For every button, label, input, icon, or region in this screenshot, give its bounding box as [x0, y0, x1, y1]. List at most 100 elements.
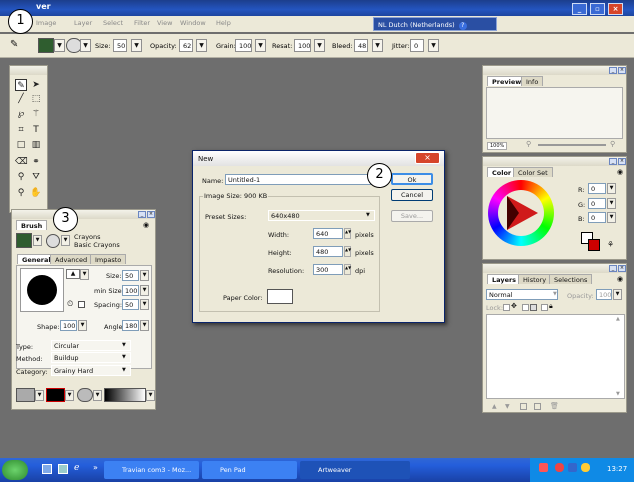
lock-all-checkbox[interactable] [541, 304, 548, 311]
tray-icon-2[interactable] [555, 463, 564, 472]
network-icon[interactable] [568, 463, 577, 472]
size-dropdown[interactable]: ▼ [131, 39, 142, 52]
lock-pixels-checkbox[interactable] [522, 304, 529, 311]
angle-input[interactable]: 180 [122, 320, 139, 331]
lasso-tool-icon[interactable]: ℘ [15, 108, 27, 120]
rectangle-tool-icon[interactable]: □ [15, 139, 27, 151]
layers-list[interactable] [486, 314, 625, 399]
clone-tool-icon[interactable]: ⚭ [30, 156, 42, 168]
paper-texture-icon[interactable] [16, 388, 35, 402]
quicklaunch-expand-icon[interactable]: » [93, 463, 98, 472]
bleed-dropdown[interactable]: ▼ [372, 39, 383, 52]
move-tool-icon[interactable]: ➤ [30, 79, 42, 91]
hand-tool-icon[interactable]: ✋ [30, 187, 42, 199]
grain-input[interactable]: 100 [235, 39, 252, 52]
pattern-dropdown[interactable]: ▼ [93, 390, 102, 401]
lock-transparency-checkbox[interactable] [503, 304, 510, 311]
menu-layer[interactable]: Layer [74, 19, 92, 27]
brush-tip-icon[interactable] [46, 234, 60, 248]
fill-tool-icon[interactable]: ⛛ [30, 171, 42, 183]
paper-texture-dropdown[interactable]: ▼ [35, 390, 44, 401]
grain-dropdown[interactable]: ▼ [255, 39, 266, 52]
method-chevron-down-icon[interactable]: ▼ [122, 354, 126, 360]
brush-tool-icon[interactable]: ✎ [15, 79, 27, 91]
zoom-slider[interactable] [538, 144, 606, 146]
brush-shape-dropdown[interactable]: ▼ [80, 269, 89, 280]
show-desktop-icon[interactable] [42, 464, 52, 474]
blue-input[interactable]: 0 [588, 212, 606, 223]
blend-mode-select[interactable]: Normal [486, 289, 558, 300]
menu-filter[interactable]: Filter [134, 19, 150, 27]
maximize-button[interactable]: ▫ [590, 3, 605, 15]
close-button[interactable]: × [608, 3, 623, 15]
color-wheel[interactable] [488, 180, 554, 246]
jitter-dropdown[interactable]: ▼ [428, 39, 439, 52]
method-select[interactable]: Buildup [51, 352, 131, 363]
brush-tool-icon[interactable]: ✎ [10, 39, 18, 50]
dialog-close-button[interactable]: × [415, 152, 440, 164]
type-select[interactable]: Circular [51, 340, 131, 351]
tab-info[interactable]: Info [521, 76, 544, 86]
brush-preset-icon[interactable] [16, 233, 32, 248]
spacing-checkbox[interactable] [78, 301, 85, 308]
gradient-swatch-dropdown[interactable]: ▼ [65, 390, 74, 401]
layers-scroll-down-icon[interactable]: ▼ [616, 391, 620, 397]
opacity-dropdown[interactable]: ▼ [196, 39, 207, 52]
tab-brush[interactable]: Brush [16, 220, 48, 230]
layers-close-icon[interactable]: × [618, 265, 626, 272]
magic-wand-icon[interactable]: ⚚ [30, 108, 42, 120]
min-size-input[interactable]: 100 [122, 285, 139, 296]
menu-help[interactable]: Help [216, 19, 231, 27]
eraser-tool-icon[interactable]: ⌫ [15, 156, 28, 168]
layer-opacity-input[interactable]: 100 [596, 289, 612, 300]
category-chevron-down-icon[interactable]: ▼ [122, 367, 126, 373]
angle-dropdown[interactable]: ▼ [140, 320, 149, 331]
text-tool-icon[interactable]: T [30, 124, 42, 136]
preset-sizes-select[interactable]: 640x480 [268, 210, 375, 221]
blend-mode-chevron-down-icon[interactable]: ▼ [553, 291, 557, 297]
resolution-input[interactable]: 300 [313, 264, 343, 275]
start-button[interactable] [2, 460, 28, 480]
panel-options-icon[interactable]: ◉ [617, 168, 623, 176]
brush-preset-dropdown[interactable]: ▼ [33, 235, 42, 246]
resat-input[interactable]: 100 [294, 39, 311, 52]
brush-preset-dropdown[interactable]: ▼ [54, 39, 65, 52]
preset-chevron-down-icon[interactable]: ▼ [366, 212, 370, 218]
gradient-preview[interactable] [104, 388, 146, 402]
tray-icon-1[interactable] [539, 463, 548, 472]
new-layer-icon[interactable] [520, 403, 527, 410]
duplicate-layer-icon[interactable] [534, 403, 541, 410]
red-dropdown[interactable]: ▼ [607, 183, 616, 194]
quicklaunch-icon[interactable] [58, 464, 68, 474]
resat-dropdown[interactable]: ▼ [314, 39, 325, 52]
stylus-icon[interactable]: ⏲ [67, 299, 73, 309]
opacity-input[interactable]: 62 [179, 39, 193, 52]
shape-input[interactable]: 100 [60, 320, 77, 331]
ok-button[interactable]: Ok [391, 173, 433, 185]
preview-zoom[interactable]: 100% [487, 142, 508, 150]
cancel-button[interactable]: Cancel [391, 189, 433, 201]
volume-icon[interactable] [581, 463, 590, 472]
brush-size-dropdown[interactable]: ▼ [140, 270, 149, 281]
gradient-preview-dropdown[interactable]: ▼ [146, 390, 155, 401]
green-dropdown[interactable]: ▼ [607, 198, 616, 209]
width-input[interactable]: 640 [313, 228, 343, 239]
color-close-icon[interactable]: × [618, 158, 626, 165]
zoom-out-icon[interactable]: ⚲ [526, 140, 531, 148]
zoom-tool-icon[interactable]: ⚲ [15, 187, 27, 199]
size-input[interactable]: 50 [113, 39, 127, 52]
layer-opacity-dropdown[interactable]: ▼ [613, 289, 622, 300]
menu-select[interactable]: Select [103, 19, 123, 27]
green-input[interactable]: 0 [588, 198, 606, 209]
eyedropper-tool-icon[interactable]: ⚲ [15, 171, 27, 183]
color-minimize-icon[interactable]: _ [609, 158, 617, 165]
paper-color-swatch[interactable] [267, 289, 293, 304]
tab-color-set[interactable]: Color Set [513, 167, 553, 177]
swap-colors-icon[interactable]: ⚘ [607, 240, 614, 249]
brush-shape-selector[interactable]: ▲ [66, 269, 80, 279]
width-spinner[interactable]: ▲▼ [344, 228, 351, 239]
task-artweaver[interactable]: Artweaver [300, 461, 410, 479]
red-input[interactable]: 0 [588, 183, 606, 194]
ie-icon[interactable]: ℯ [74, 463, 79, 473]
brush-panel-close-icon[interactable]: × [147, 211, 155, 218]
